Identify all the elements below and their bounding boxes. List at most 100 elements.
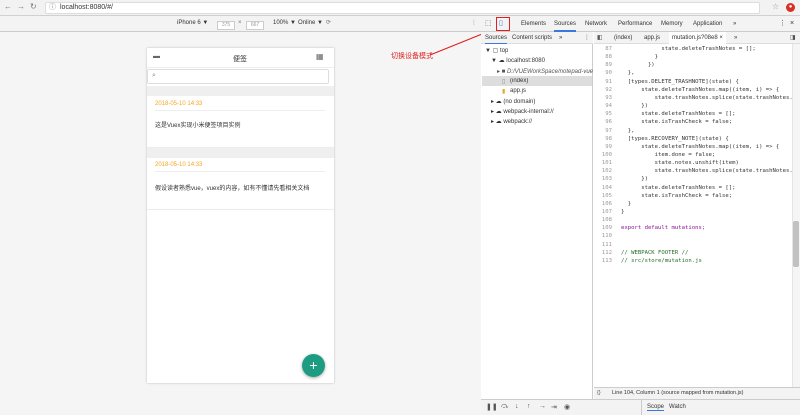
code-line: },	[621, 127, 635, 134]
line-number[interactable]: 103	[594, 176, 612, 182]
subtab-sources[interactable]: Sources	[485, 32, 508, 44]
star-icon[interactable]: ☆	[772, 2, 779, 11]
line-number[interactable]: 92	[594, 87, 612, 93]
line-number[interactable]: 93	[594, 95, 612, 101]
forward-icon[interactable]: →	[17, 2, 25, 11]
line-number[interactable]: 101	[594, 160, 612, 166]
line-number[interactable]: 88	[594, 54, 612, 60]
editor-status-bar: {} Line 104, Column 1 (source mapped fro…	[594, 387, 800, 399]
editor-scrollbar[interactable]	[792, 44, 800, 387]
network-select[interactable]: Online ▼	[298, 16, 323, 31]
pause-on-exceptions-icon[interactable]: ◉	[564, 403, 570, 411]
code-line: state.isTrashCheck = false;	[621, 119, 733, 126]
line-number[interactable]: 89	[594, 62, 612, 68]
line-number[interactable]: 108	[594, 217, 612, 223]
folder-icon[interactable]: ▬	[153, 53, 160, 60]
line-number[interactable]: 100	[594, 152, 612, 158]
line-number[interactable]: 112	[594, 250, 612, 256]
search-input[interactable]: ⌕	[147, 69, 329, 84]
line-number[interactable]: 102	[594, 168, 612, 174]
tree-item-no-domain[interactable]: ▸ ☁ (no domain)	[491, 98, 535, 105]
line-number[interactable]: 111	[594, 242, 612, 248]
tab-scope[interactable]: Scope	[647, 404, 665, 411]
editor-tab-mutation[interactable]: mutation.js?08e8 ×	[669, 32, 726, 44]
step-into-icon[interactable]: ↓	[515, 403, 519, 410]
code-line: state.deleteTrashNotes.map((item, i) => …	[621, 143, 780, 150]
code-line: // WEBPACK FOOTER //	[621, 249, 689, 256]
devtools-menu-icon[interactable]: ⋮	[779, 16, 786, 32]
line-number[interactable]: 107	[594, 209, 612, 215]
editor-tab-appjs[interactable]: app.js	[644, 32, 660, 44]
line-number[interactable]: 90	[594, 70, 612, 76]
line-number[interactable]: 95	[594, 111, 612, 117]
tree-item-localhost[interactable]: ▼ ☁ localhost:8080	[491, 57, 545, 64]
tree-item-workspace[interactable]: ▸ ■ D:/VUEWorkSpace/notepad-vue	[497, 68, 593, 75]
tree-item-index[interactable]: (index)	[510, 78, 528, 84]
inspect-element-icon[interactable]: ⬚	[485, 16, 492, 32]
add-note-button[interactable]: +	[302, 354, 325, 377]
zoom-select[interactable]: 100% ▼	[273, 16, 296, 31]
note-card[interactable]: 2018-05-10 14:33 这是Vuex实现小米便签项目实例	[147, 96, 334, 148]
rotate-icon[interactable]: ⟳	[326, 16, 331, 31]
line-number[interactable]: 105	[594, 193, 612, 199]
step-out-icon[interactable]: ↑	[527, 403, 531, 410]
tree-item-appjs[interactable]: app.js	[510, 88, 526, 94]
tab-memory[interactable]: Memory	[661, 16, 683, 32]
stop-record-icon[interactable]: ●	[786, 3, 795, 12]
sources-navigator	[481, 32, 593, 399]
line-number[interactable]: 97	[594, 128, 612, 134]
pretty-print-icon[interactable]: {}	[597, 388, 601, 399]
navigator-menu-icon[interactable]: ⋮	[584, 32, 590, 44]
url-text: localhost:8080/#/	[60, 4, 113, 11]
line-number[interactable]: 109	[594, 225, 612, 231]
subtab-content-scripts[interactable]: Content scripts	[512, 32, 552, 44]
tree-selection	[482, 76, 592, 86]
more-subtabs-icon[interactable]: »	[559, 32, 562, 44]
tab-watch[interactable]: Watch	[669, 404, 686, 410]
line-number[interactable]: 94	[594, 103, 612, 109]
line-number[interactable]: 99	[594, 144, 612, 150]
tab-sources[interactable]: Sources	[554, 16, 577, 32]
code-line: },	[621, 70, 635, 77]
code-editor[interactable]: 87 state.deleteTrashNotes = []; 88 } 89 })…	[594, 44, 796, 387]
scrollbar-thumb[interactable]	[793, 221, 799, 267]
code-line: }	[621, 54, 659, 61]
note-divider	[155, 171, 325, 172]
tree-item-webpack[interactable]: ▸ ☁ webpack://	[491, 118, 532, 125]
address-bar[interactable]: ⓘ localhost:8080/#/	[45, 2, 760, 14]
note-card[interactable]: 2018-05-10 14:33 假设读者熟悉vue，vuex的内容，如有不懂请…	[147, 158, 334, 210]
info-icon[interactable]: ⓘ	[49, 3, 56, 13]
tab-network[interactable]: Network	[585, 16, 607, 32]
close-devtools-icon[interactable]: ×	[790, 16, 794, 32]
more-editor-tabs-icon[interactable]: »	[734, 32, 737, 44]
toggle-debugger-icon[interactable]: ◨	[790, 32, 796, 44]
line-number[interactable]: 91	[594, 79, 612, 85]
grid-view-icon[interactable]: ▦	[316, 52, 324, 61]
reload-icon[interactable]: ↻	[30, 2, 37, 11]
tab-elements[interactable]: Elements	[521, 16, 546, 32]
line-number[interactable]: 98	[594, 136, 612, 142]
line-number[interactable]: 96	[594, 119, 612, 125]
editor-tab-index[interactable]: (index)	[614, 32, 632, 44]
toggle-navigator-icon[interactable]: ◧	[597, 32, 603, 44]
browser-toolbar: ← → ↻ ⓘ localhost:8080/#/ ☆ ●	[0, 0, 800, 16]
search-icon: ⌕	[152, 72, 156, 79]
line-number[interactable]: 87	[594, 46, 612, 52]
device-select[interactable]: iPhone 6 ▼	[177, 16, 208, 31]
step-icon[interactable]: →	[539, 403, 546, 410]
pause-icon[interactable]: ❚❚	[486, 403, 498, 411]
js-file-icon: ▮	[502, 89, 506, 95]
tab-performance[interactable]: Performance	[618, 16, 652, 32]
line-number[interactable]: 113	[594, 258, 612, 264]
deactivate-breakpoints-icon[interactable]: ⇥	[551, 403, 557, 411]
tab-application[interactable]: Application	[693, 16, 722, 32]
step-over-icon[interactable]: ⤼	[501, 403, 508, 411]
line-number[interactable]: 110	[594, 233, 612, 239]
more-tabs-icon[interactable]: »	[733, 16, 736, 32]
line-number[interactable]: 106	[594, 201, 612, 207]
tree-item-top[interactable]: ▼ ▢ top	[485, 47, 508, 54]
code-line: [types.RECOVERY_NOTE](state) {	[621, 135, 729, 142]
line-number[interactable]: 104	[594, 185, 612, 191]
tree-item-webpack-internal[interactable]: ▸ ☁ webpack-internal://	[491, 108, 554, 115]
back-icon[interactable]: ←	[4, 2, 12, 11]
